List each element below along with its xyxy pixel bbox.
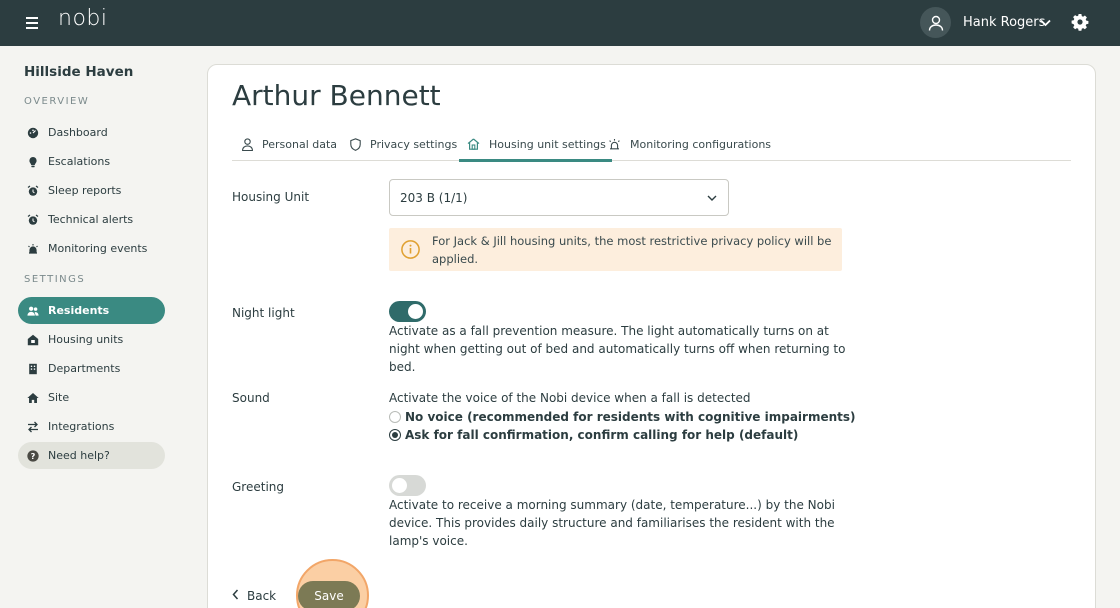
tab-label: Privacy settings bbox=[370, 137, 458, 151]
sound-label: Sound bbox=[232, 391, 270, 405]
svg-text:?: ? bbox=[31, 451, 36, 461]
sidebar-item-label: Dashboard bbox=[48, 126, 108, 139]
sidebar-item-escalations[interactable]: Escalations bbox=[18, 148, 165, 175]
top-bar: nobi Hank Rogers bbox=[0, 0, 1120, 46]
sidebar-item-label: Site bbox=[48, 391, 70, 404]
sidebar-item-label: Escalations bbox=[48, 155, 111, 168]
monitoring-icon bbox=[608, 138, 621, 150]
night-light-description: Activate as a fall prevention measure. T… bbox=[389, 324, 846, 374]
menu-icon[interactable] bbox=[24, 15, 40, 29]
notice-text: For Jack & Jill housing units, the most … bbox=[432, 234, 832, 266]
toggle-knob bbox=[392, 478, 407, 493]
sidebar-item-integrations[interactable]: Integrations bbox=[18, 413, 165, 440]
alarm-icon bbox=[27, 214, 39, 226]
sidebar-item-label: Monitoring events bbox=[48, 242, 148, 255]
tab-label: Housing unit settings bbox=[489, 137, 606, 151]
sidebar-item-residents[interactable]: Residents bbox=[18, 297, 165, 324]
tab-privacy-settings[interactable]: Privacy settings bbox=[350, 127, 457, 161]
info-icon bbox=[401, 240, 420, 259]
sidebar-item-sleep-reports[interactable]: Sleep reports bbox=[18, 177, 165, 204]
section-label-settings: SETTINGS bbox=[24, 274, 86, 285]
shield-icon bbox=[350, 137, 361, 151]
sidebar-item-label: Technical alerts bbox=[48, 213, 134, 226]
sidebar-item-label: Residents bbox=[48, 304, 110, 317]
radio-button[interactable] bbox=[389, 429, 401, 441]
tab-bar: Personal data Privacy settings Housing u… bbox=[232, 127, 1071, 162]
home-icon bbox=[27, 392, 39, 404]
sidebar-item-label: Departments bbox=[48, 362, 121, 375]
gear-icon[interactable] bbox=[1071, 13, 1089, 31]
chevron-down-icon[interactable] bbox=[1039, 16, 1052, 29]
tab-personal-data[interactable]: Personal data bbox=[242, 127, 337, 161]
chevron-down-icon bbox=[707, 195, 717, 201]
app-logo[interactable]: nobi bbox=[58, 6, 107, 31]
back-button[interactable]: Back bbox=[232, 589, 276, 603]
page-title: Arthur Bennett bbox=[232, 79, 441, 112]
privacy-notice: For Jack & Jill housing units, the most … bbox=[389, 228, 842, 271]
swap-icon bbox=[27, 421, 39, 433]
sound-description: Activate the voice of the Nobi device wh… bbox=[389, 391, 751, 405]
sidebar-item-technical-alerts[interactable]: Technical alerts bbox=[18, 206, 165, 233]
greeting-description: Activate to receive a morning summary (d… bbox=[389, 498, 835, 548]
users-icon bbox=[27, 305, 39, 317]
need-help-button[interactable]: ? Need help? bbox=[18, 442, 165, 469]
user-name[interactable]: Hank Rogers bbox=[963, 15, 1045, 30]
resident-settings-card: Arthur Bennett Personal data Privacy set… bbox=[207, 64, 1096, 608]
monitoring-icon bbox=[27, 243, 39, 255]
avatar[interactable] bbox=[920, 7, 951, 38]
house-lock-icon bbox=[27, 334, 39, 346]
alarm-icon bbox=[27, 185, 39, 197]
dashboard-icon bbox=[27, 127, 39, 139]
radio-label: Ask for fall confirmation, confirm calli… bbox=[405, 428, 799, 442]
tab-label: Personal data bbox=[262, 137, 338, 151]
sidebar-item-monitoring-events[interactable]: Monitoring events bbox=[18, 235, 165, 262]
site-name: Hillside Haven bbox=[24, 64, 134, 80]
sidebar-item-departments[interactable]: Departments bbox=[18, 355, 165, 382]
night-light-label: Night light bbox=[232, 306, 295, 320]
tab-label: Monitoring configurations bbox=[630, 137, 772, 151]
sidebar-item-housing-units[interactable]: Housing units bbox=[18, 326, 165, 353]
sidebar-item-site[interactable]: Site bbox=[18, 384, 165, 411]
person-icon bbox=[928, 15, 943, 31]
sound-option-ask-confirmation[interactable]: Ask for fall confirmation, confirm calli… bbox=[389, 428, 798, 442]
sidebar-item-label: Housing units bbox=[48, 333, 124, 346]
chevron-left-icon bbox=[232, 589, 239, 603]
help-label: Need help? bbox=[48, 449, 110, 462]
house-icon bbox=[467, 138, 480, 150]
radio-label: No voice (recommended for residents with… bbox=[405, 410, 856, 424]
tab-housing-unit-settings[interactable]: Housing unit settings bbox=[459, 127, 612, 162]
greeting-toggle[interactable] bbox=[389, 475, 426, 496]
sidebar: Hillside Haven OVERVIEW Dashboard Escala… bbox=[0, 46, 190, 608]
building-icon bbox=[27, 363, 39, 375]
sound-option-no-voice[interactable]: No voice (recommended for residents with… bbox=[389, 410, 856, 424]
housing-unit-select[interactable]: 203 B (1/1) bbox=[389, 179, 729, 216]
toggle-knob bbox=[408, 304, 423, 319]
tab-monitoring-configurations[interactable]: Monitoring configurations bbox=[608, 127, 771, 161]
greeting-label: Greeting bbox=[232, 480, 284, 494]
sidebar-item-dashboard[interactable]: Dashboard bbox=[18, 119, 165, 146]
help-icon: ? bbox=[27, 449, 39, 462]
section-label-overview: OVERVIEW bbox=[24, 96, 90, 107]
escalation-icon bbox=[27, 156, 39, 168]
sidebar-item-label: Sleep reports bbox=[48, 184, 122, 197]
person-icon bbox=[242, 137, 253, 151]
housing-unit-label: Housing Unit bbox=[232, 190, 310, 204]
housing-unit-value: 203 B (1/1) bbox=[400, 190, 468, 205]
night-light-toggle[interactable] bbox=[389, 301, 426, 322]
save-button[interactable]: Save bbox=[298, 581, 360, 608]
sidebar-item-label: Integrations bbox=[48, 420, 115, 433]
radio-button[interactable] bbox=[389, 411, 401, 423]
back-label: Back bbox=[247, 589, 277, 603]
